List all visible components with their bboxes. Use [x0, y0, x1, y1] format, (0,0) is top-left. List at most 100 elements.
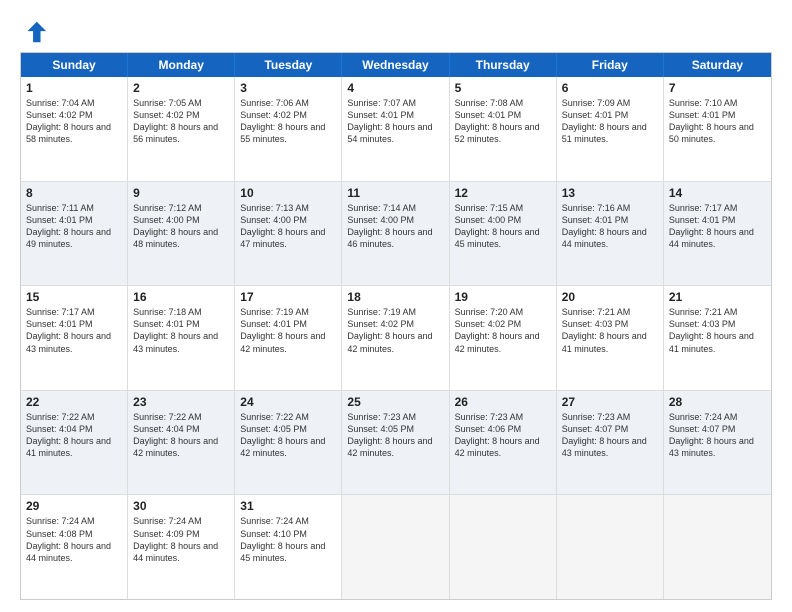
page: SundayMondayTuesdayWednesdayThursdayFrid…: [0, 0, 792, 612]
header-day-friday: Friday: [557, 53, 664, 77]
day-info: Sunrise: 7:13 AMSunset: 4:00 PMDaylight:…: [240, 202, 336, 251]
day-info: Sunrise: 7:04 AMSunset: 4:02 PMDaylight:…: [26, 97, 122, 146]
day-info: Sunrise: 7:09 AMSunset: 4:01 PMDaylight:…: [562, 97, 658, 146]
day-number: 15: [26, 290, 122, 304]
day-cell-25: 25 Sunrise: 7:23 AMSunset: 4:05 PMDayligh…: [342, 391, 449, 495]
day-cell-27: 27Sunrise: 7:23 AMSunset: 4:07 PMDayligh…: [557, 391, 664, 495]
day-number: 16: [133, 290, 229, 304]
day-number: 19: [455, 290, 551, 304]
day-cell-29: 29 Sunrise: 7:24 AMSunset: 4:08 PMDayligh…: [21, 495, 128, 599]
day-cell-11: 11 Sunrise: 7:14 AMSunset: 4:00 PMDayligh…: [342, 182, 449, 286]
day-info: Sunrise: 7:10 AMSunset: 4:01 PMDaylight:…: [669, 97, 766, 146]
day-cell-28: 28Sunrise: 7:24 AMSunset: 4:07 PMDayligh…: [664, 391, 771, 495]
day-info: Sunrise: 7:21 AMSunset: 4:03 PMDaylight:…: [669, 306, 766, 355]
day-info: Sunrise: 7:17 AMSunset: 4:01 PMDaylight:…: [26, 306, 122, 355]
header-day-tuesday: Tuesday: [235, 53, 342, 77]
header-day-wednesday: Wednesday: [342, 53, 449, 77]
day-number: 27: [562, 395, 658, 409]
day-number: 20: [562, 290, 658, 304]
day-cell-17: 17 Sunrise: 7:19 AMSunset: 4:01 PMDayligh…: [235, 286, 342, 390]
day-number: 30: [133, 499, 229, 513]
day-cell-9: 9 Sunrise: 7:12 AMSunset: 4:00 PMDaylight…: [128, 182, 235, 286]
day-number: 7: [669, 81, 766, 95]
header-day-saturday: Saturday: [664, 53, 771, 77]
day-cell-20: 20 Sunrise: 7:21 AMSunset: 4:03 PMDayligh…: [557, 286, 664, 390]
day-cell-8: 8 Sunrise: 7:11 AMSunset: 4:01 PMDaylight…: [21, 182, 128, 286]
day-number: 6: [562, 81, 658, 95]
day-cell-4: 4Sunrise: 7:07 AMSunset: 4:01 PMDaylight…: [342, 77, 449, 181]
day-number: 18: [347, 290, 443, 304]
calendar-header: SundayMondayTuesdayWednesdayThursdayFrid…: [21, 53, 771, 77]
day-info: Sunrise: 7:15 AMSunset: 4:00 PMDaylight:…: [455, 202, 551, 251]
day-number: 11: [347, 186, 443, 200]
calendar: SundayMondayTuesdayWednesdayThursdayFrid…: [20, 52, 772, 600]
day-cell-10: 10 Sunrise: 7:13 AMSunset: 4:00 PMDayligh…: [235, 182, 342, 286]
week-row-5: 29 Sunrise: 7:24 AMSunset: 4:08 PMDayligh…: [21, 495, 771, 599]
day-info: Sunrise: 7:24 AMSunset: 4:08 PMDaylight:…: [26, 515, 122, 564]
day-info: Sunrise: 7:24 AMSunset: 4:10 PMDaylight:…: [240, 515, 336, 564]
day-cell-2: 2 Sunrise: 7:05 AMSunset: 4:02 PMDaylight…: [128, 77, 235, 181]
day-number: 17: [240, 290, 336, 304]
day-number: 31: [240, 499, 336, 513]
day-info: Sunrise: 7:06 AMSunset: 4:02 PMDaylight:…: [240, 97, 336, 146]
day-info: Sunrise: 7:05 AMSunset: 4:02 PMDaylight:…: [133, 97, 229, 146]
header: [20, 18, 772, 46]
day-number: 12: [455, 186, 551, 200]
day-info: Sunrise: 7:23 AMSunset: 4:05 PMDaylight:…: [347, 411, 443, 460]
day-number: 24: [240, 395, 336, 409]
day-cell-15: 15 Sunrise: 7:17 AMSunset: 4:01 PMDayligh…: [21, 286, 128, 390]
day-cell-12: 12 Sunrise: 7:15 AMSunset: 4:00 PMDayligh…: [450, 182, 557, 286]
day-number: 10: [240, 186, 336, 200]
day-info: Sunrise: 7:21 AMSunset: 4:03 PMDaylight:…: [562, 306, 658, 355]
day-info: Sunrise: 7:23 AMSunset: 4:06 PMDaylight:…: [455, 411, 551, 460]
empty-cell: [450, 495, 557, 599]
day-cell-24: 24 Sunrise: 7:22 AMSunset: 4:05 PMDayligh…: [235, 391, 342, 495]
day-cell-30: 30 Sunrise: 7:24 AMSunset: 4:09 PMDayligh…: [128, 495, 235, 599]
day-number: 28: [669, 395, 766, 409]
day-info: Sunrise: 7:11 AMSunset: 4:01 PMDaylight:…: [26, 202, 122, 251]
week-row-3: 15 Sunrise: 7:17 AMSunset: 4:01 PMDayligh…: [21, 286, 771, 391]
day-cell-5: 5 Sunrise: 7:08 AMSunset: 4:01 PMDaylight…: [450, 77, 557, 181]
day-info: Sunrise: 7:14 AMSunset: 4:00 PMDaylight:…: [347, 202, 443, 251]
day-cell-22: 22Sunrise: 7:22 AMSunset: 4:04 PMDayligh…: [21, 391, 128, 495]
day-info: Sunrise: 7:24 AMSunset: 4:09 PMDaylight:…: [133, 515, 229, 564]
day-number: 5: [455, 81, 551, 95]
day-info: Sunrise: 7:17 AMSunset: 4:01 PMDaylight:…: [669, 202, 766, 251]
day-info: Sunrise: 7:07 AMSunset: 4:01 PMDaylight:…: [347, 97, 443, 146]
day-number: 29: [26, 499, 122, 513]
day-info: Sunrise: 7:12 AMSunset: 4:00 PMDaylight:…: [133, 202, 229, 251]
day-cell-13: 13 Sunrise: 7:16 AMSunset: 4:01 PMDayligh…: [557, 182, 664, 286]
day-info: Sunrise: 7:22 AMSunset: 4:04 PMDaylight:…: [26, 411, 122, 460]
week-row-4: 22Sunrise: 7:22 AMSunset: 4:04 PMDayligh…: [21, 391, 771, 496]
calendar-body: 1 Sunrise: 7:04 AMSunset: 4:02 PMDaylight…: [21, 77, 771, 599]
day-cell-16: 16 Sunrise: 7:18 AMSunset: 4:01 PMDayligh…: [128, 286, 235, 390]
day-number: 9: [133, 186, 229, 200]
day-cell-21: 21 Sunrise: 7:21 AMSunset: 4:03 PMDayligh…: [664, 286, 771, 390]
day-info: Sunrise: 7:20 AMSunset: 4:02 PMDaylight:…: [455, 306, 551, 355]
header-day-monday: Monday: [128, 53, 235, 77]
day-number: 13: [562, 186, 658, 200]
logo: [20, 18, 52, 46]
day-number: 1: [26, 81, 122, 95]
day-number: 21: [669, 290, 766, 304]
day-info: Sunrise: 7:18 AMSunset: 4:01 PMDaylight:…: [133, 306, 229, 355]
day-info: Sunrise: 7:19 AMSunset: 4:01 PMDaylight:…: [240, 306, 336, 355]
day-info: Sunrise: 7:22 AMSunset: 4:05 PMDaylight:…: [240, 411, 336, 460]
week-row-2: 8 Sunrise: 7:11 AMSunset: 4:01 PMDaylight…: [21, 182, 771, 287]
day-info: Sunrise: 7:22 AMSunset: 4:04 PMDaylight:…: [133, 411, 229, 460]
header-day-thursday: Thursday: [450, 53, 557, 77]
day-number: 26: [455, 395, 551, 409]
day-cell-19: 19 Sunrise: 7:20 AMSunset: 4:02 PMDayligh…: [450, 286, 557, 390]
day-cell-6: 6 Sunrise: 7:09 AMSunset: 4:01 PMDaylight…: [557, 77, 664, 181]
day-number: 25: [347, 395, 443, 409]
day-number: 8: [26, 186, 122, 200]
logo-icon: [20, 18, 48, 46]
day-info: Sunrise: 7:08 AMSunset: 4:01 PMDaylight:…: [455, 97, 551, 146]
day-cell-23: 23Sunrise: 7:22 AMSunset: 4:04 PMDayligh…: [128, 391, 235, 495]
header-day-sunday: Sunday: [21, 53, 128, 77]
day-cell-14: 14Sunrise: 7:17 AMSunset: 4:01 PMDayligh…: [664, 182, 771, 286]
day-info: Sunrise: 7:16 AMSunset: 4:01 PMDaylight:…: [562, 202, 658, 251]
day-cell-31: 31 Sunrise: 7:24 AMSunset: 4:10 PMDayligh…: [235, 495, 342, 599]
day-cell-7: 7 Sunrise: 7:10 AMSunset: 4:01 PMDaylight…: [664, 77, 771, 181]
day-number: 2: [133, 81, 229, 95]
